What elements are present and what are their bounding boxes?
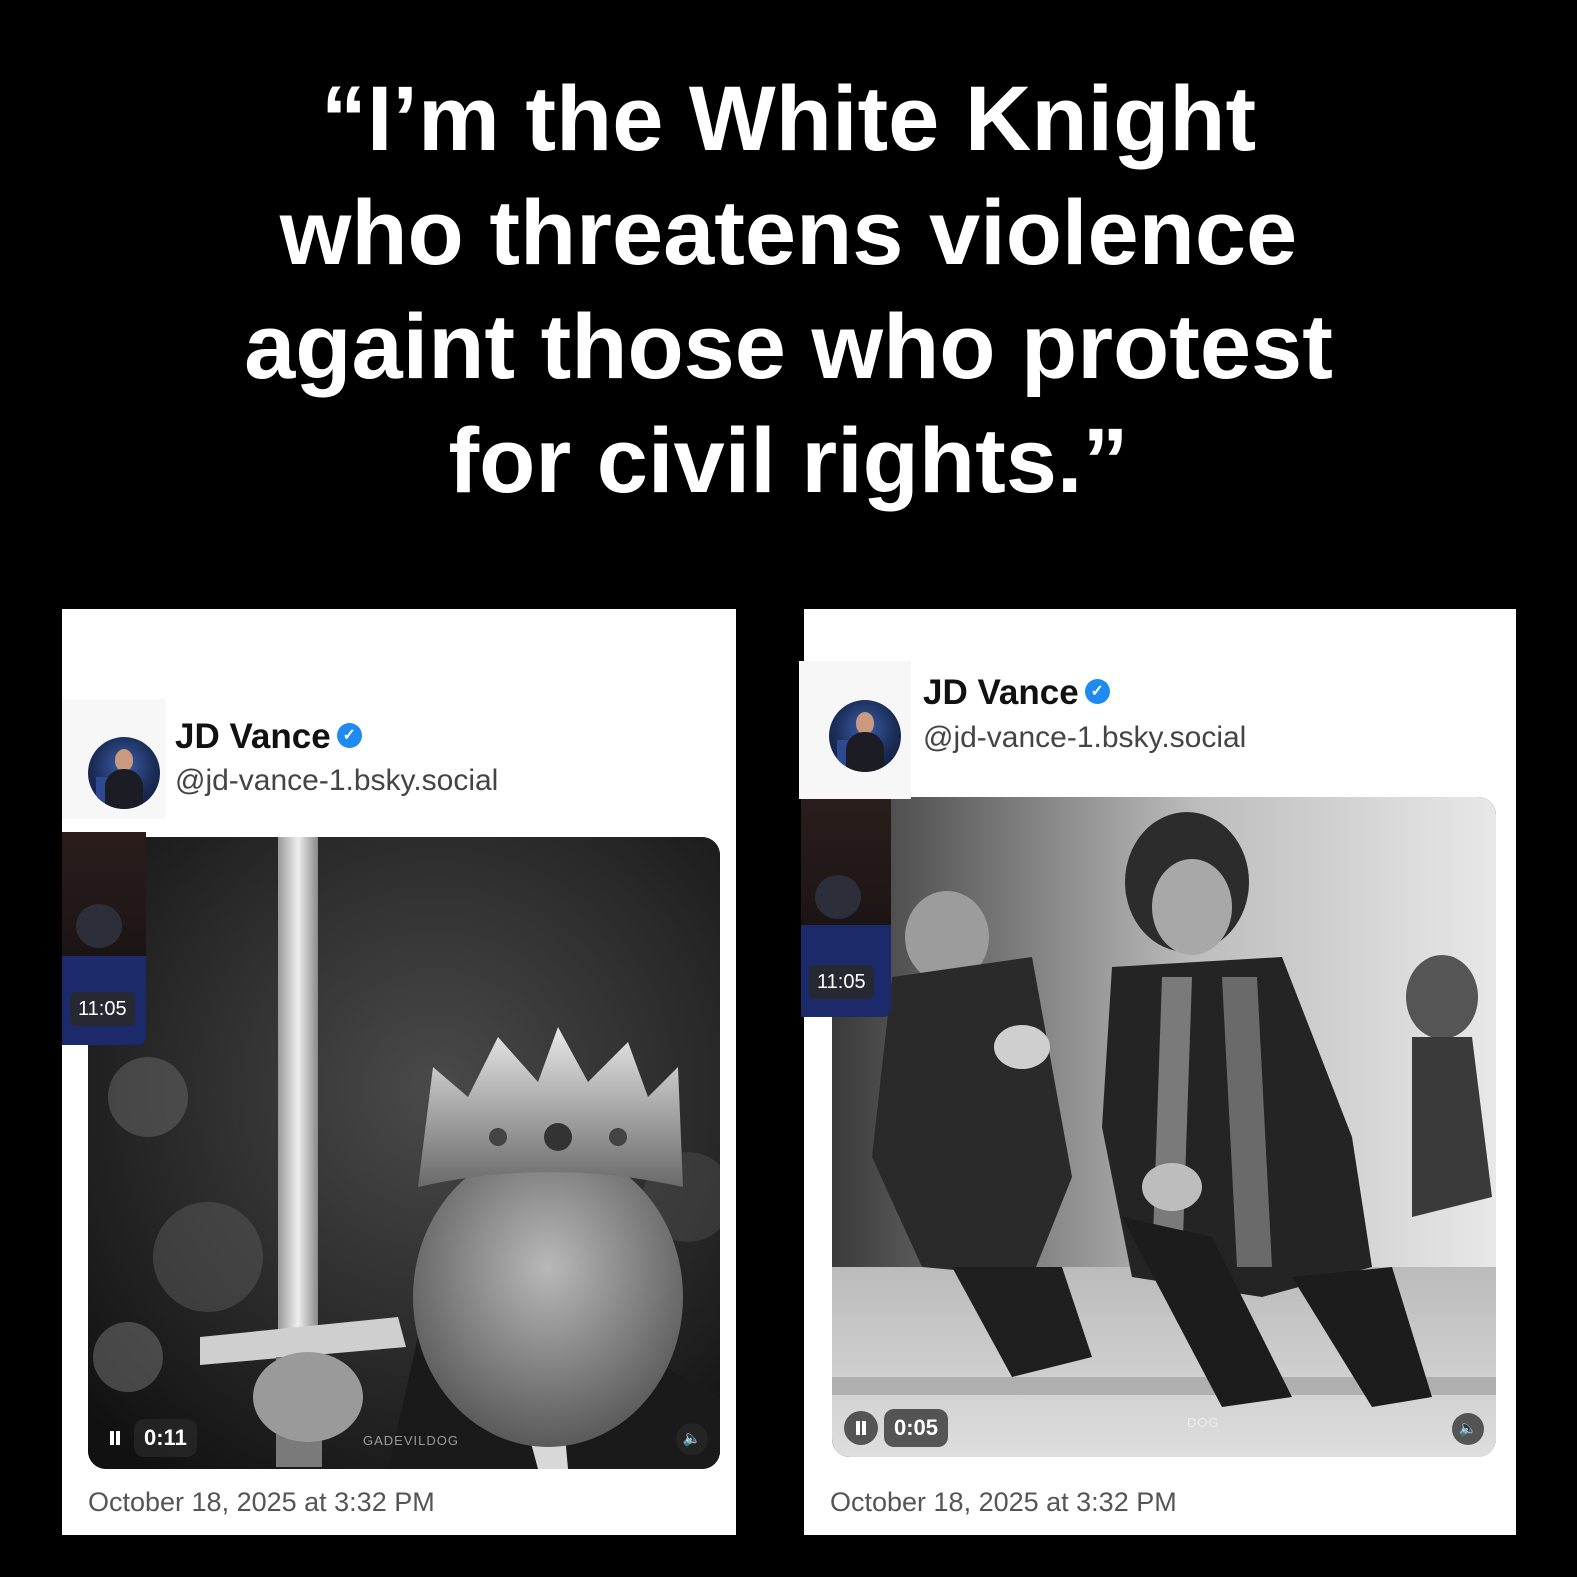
overlay-video-thumbnail[interactable]: 11:05 xyxy=(62,832,146,1045)
headline-line-4: for civil rights.” xyxy=(448,410,1129,512)
author-handle[interactable]: @jd-vance-1.bsky.social xyxy=(923,721,1246,755)
video-frame-kneeling-figures xyxy=(832,797,1496,1457)
video-player[interactable]: 0:11 GADEVILDOG 🔈 xyxy=(88,837,720,1469)
post-timestamp[interactable]: October 18, 2025 at 3:32 PM xyxy=(830,1487,1177,1518)
speaker-icon[interactable]: 🔈 xyxy=(1452,1413,1484,1445)
avatar[interactable] xyxy=(88,737,160,809)
headline-line-3: againt those who protest xyxy=(244,296,1333,398)
watermark-text: DOG xyxy=(1187,1415,1220,1430)
verified-check-icon: ✓ xyxy=(1084,679,1110,705)
author-name[interactable]: JD Vance ✓ xyxy=(923,673,1110,713)
avatar-overlay xyxy=(829,700,901,772)
author-name[interactable]: JD Vance ✓ xyxy=(175,717,362,757)
video-frame-king-with-sword xyxy=(88,837,720,1469)
video-player[interactable]: 0:05 DOG 🔈 xyxy=(832,797,1496,1457)
pause-icon[interactable] xyxy=(98,1421,132,1455)
headline-line-2: who threatens violence xyxy=(279,182,1298,284)
post-timestamp[interactable]: October 18, 2025 at 3:32 PM xyxy=(88,1487,435,1518)
author-handle[interactable]: @jd-vance-1.bsky.social xyxy=(175,764,498,798)
overlay-time: 11:05 xyxy=(70,992,135,1026)
verified-check-icon: ✓ xyxy=(336,723,362,749)
watermark-text: GADEVILDOG xyxy=(363,1433,459,1448)
video-time: 0:11 xyxy=(134,1419,197,1457)
overlay-time: 11:05 xyxy=(809,965,874,999)
pause-icon[interactable] xyxy=(844,1411,878,1445)
headline-line-1: “I’m the White Knight xyxy=(320,68,1257,170)
overlay-video-thumbnail[interactable]: 11:05 xyxy=(801,799,891,1017)
speaker-icon[interactable]: 🔈 xyxy=(676,1423,708,1455)
video-time: 0:05 xyxy=(884,1409,949,1447)
post-card-left[interactable]: JD Vance ✓ @jd-vance-1.bsky.social 0:11 … xyxy=(62,609,736,1535)
headline: “I’m the White Knight who threatens viol… xyxy=(0,62,1577,518)
